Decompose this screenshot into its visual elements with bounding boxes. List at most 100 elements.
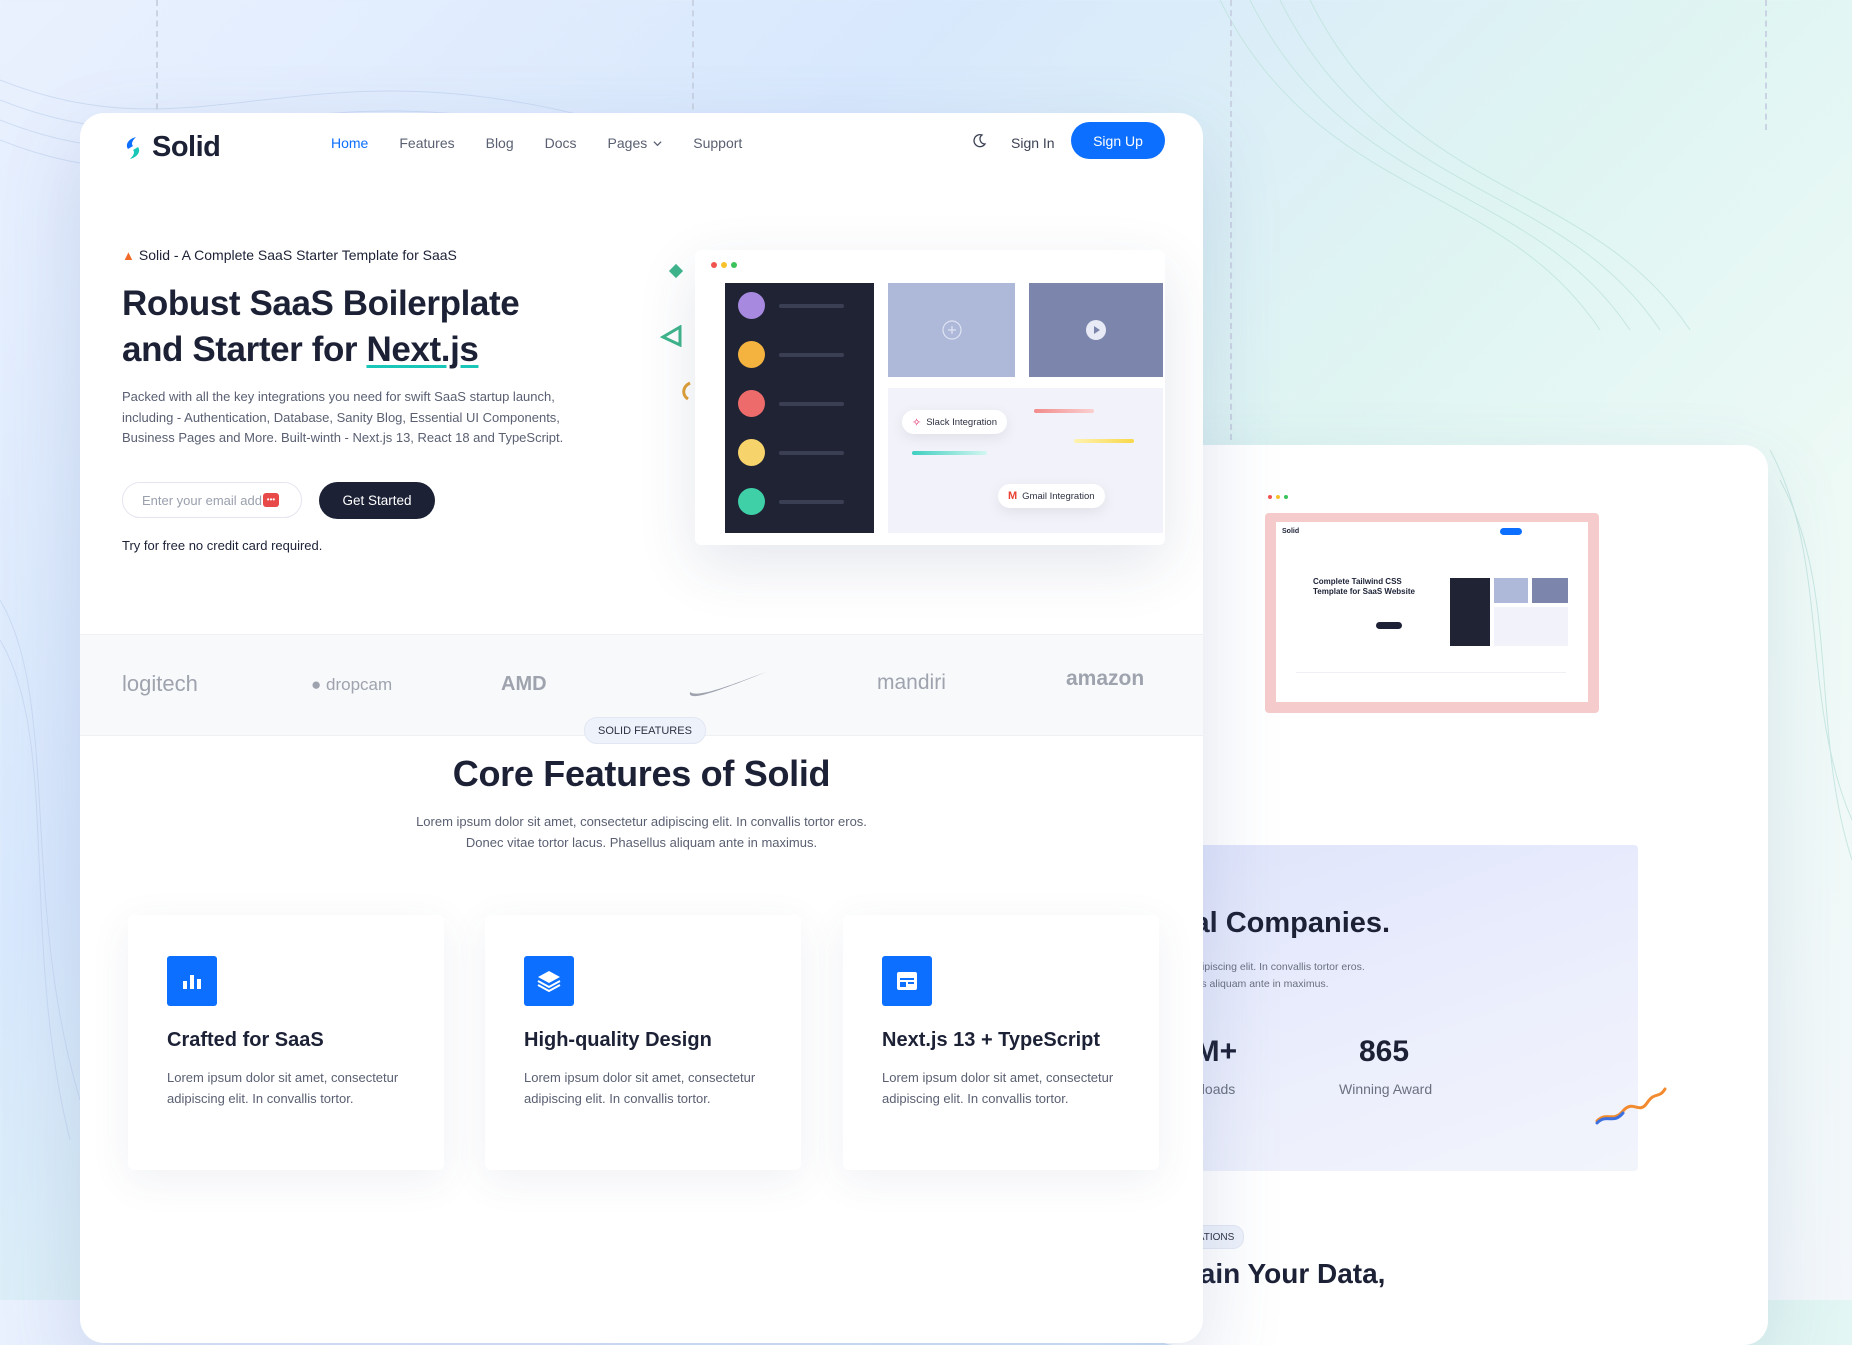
hero-title-line: Robust SaaS Boilerplate: [122, 284, 520, 323]
plus-icon: [942, 320, 962, 340]
mini-preview-frame: Solid Complete Tailwind CSS Template for…: [1265, 513, 1599, 713]
dropcam-label: dropcam: [326, 675, 393, 694]
feature-card: Crafted for SaaS Lorem ipsum dolor sit a…: [128, 915, 444, 1170]
text-placeholder: [779, 500, 844, 504]
mini-divider: [1296, 672, 1566, 673]
guide-line: [1765, 0, 1767, 130]
feature-description: Lorem ipsum dolor sit amet, consectetur …: [882, 1070, 1114, 1106]
logitech-logo: logitech: [122, 671, 198, 696]
feature-description: Lorem ipsum dolor sit amet, consectetur …: [524, 1070, 756, 1106]
email-placeholder: Enter your email add: [142, 492, 262, 508]
mini-lower-panel: [1494, 607, 1568, 646]
slack-label: Slack Integration: [926, 416, 997, 428]
nav-pages[interactable]: Pages: [608, 135, 663, 151]
mini-title: Complete Tailwind CSS Template for SaaS …: [1313, 577, 1415, 596]
free-trial-note: Try for free no credit card required.: [122, 538, 323, 553]
hero-eyebrow: ▲ Solid - A Complete SaaS Starter Templa…: [122, 247, 457, 263]
nav-pages-label: Pages: [607, 135, 648, 151]
hero-eyebrow-text: Solid - A Complete SaaS Starter Template…: [138, 247, 457, 263]
stat-awards-label: Winning Award: [1339, 1081, 1433, 1097]
nav-docs[interactable]: Docs: [545, 135, 577, 151]
feature-title: Crafted for SaaS: [167, 1029, 324, 1051]
chevron-down-icon: [653, 141, 662, 147]
integrations-panel: ✧ Slack Integration M Gmail Integration: [888, 388, 1163, 533]
password-manager-icon[interactable]: •••: [263, 493, 279, 507]
nav-support[interactable]: Support: [693, 135, 742, 151]
avatar: [738, 390, 765, 417]
sign-up-button[interactable]: Sign Up: [1071, 122, 1165, 159]
features-tag: SOLID FEATURES: [584, 717, 706, 744]
nav-blog[interactable]: Blog: [486, 135, 514, 151]
guide-line: [156, 0, 158, 130]
mini-dark-panel: [1450, 578, 1490, 646]
logo[interactable]: Solid: [122, 131, 221, 164]
hero-title-line: and Starter for Next.js: [122, 327, 642, 373]
logo-text: Solid: [152, 131, 221, 163]
layers-icon: [524, 956, 574, 1006]
guide-line: [1230, 0, 1232, 440]
dashboard-mockup: ✧ Slack Integration M Gmail Integration: [695, 250, 1165, 545]
features-subtitle: Lorem ipsum dolor sit amet, consectetur …: [80, 812, 1203, 853]
feature-title: High-quality Design: [524, 1029, 712, 1051]
main-nav: Home Features Blog Docs Pages Support: [331, 135, 773, 151]
mini-signup: [1500, 528, 1522, 535]
features-title: Core Features of Solid: [452, 753, 831, 794]
hero-title: Robust SaaS Boilerplate and Starter for …: [122, 281, 642, 373]
nike-logo: [689, 672, 766, 697]
text-placeholder: [779, 451, 844, 455]
features-subtitle-line: Lorem ipsum dolor sit amet, consectetur …: [416, 814, 867, 829]
nav-features[interactable]: Features: [399, 135, 454, 151]
feature-card: High-quality Design Lorem ipsum dolor si…: [485, 915, 801, 1170]
mini-cta: [1376, 622, 1402, 629]
slack-icon: ✧: [912, 416, 922, 429]
moon-icon: [973, 134, 987, 148]
triangle-shape: [660, 325, 682, 347]
main-landing-card: Solid Home Features Blog Docs Pages Supp…: [80, 113, 1203, 1343]
nav-home[interactable]: Home: [331, 135, 368, 151]
stat-awards-value: 865: [1359, 1035, 1410, 1068]
guide-line: [692, 0, 694, 130]
mini-tile: [1532, 578, 1568, 603]
text-placeholder: [779, 402, 844, 406]
feature-description: Lorem ipsum dolor sit amet, consectetur …: [167, 1070, 399, 1106]
contact-list-panel: [725, 283, 874, 533]
avatar: [738, 439, 765, 466]
fire-icon: ▲: [122, 247, 135, 263]
progress-line: [1074, 439, 1134, 443]
solid-logo-icon: [126, 136, 140, 159]
gmail-label: Gmail Integration: [1022, 490, 1095, 502]
mini-logo: Solid: [1282, 528, 1300, 535]
theme-toggle[interactable]: [971, 133, 987, 154]
squiggle-decoration: [1595, 1087, 1667, 1125]
mini-preview-page: Solid Complete Tailwind CSS Template for…: [1276, 522, 1588, 702]
play-icon: [1086, 320, 1106, 340]
stats-panel: [1150, 845, 1638, 1171]
gmail-integration-chip: M Gmail Integration: [998, 484, 1105, 508]
video-tile: [1029, 283, 1163, 377]
features-subtitle-line: Donec vitae tortor lacus. Phasellus aliq…: [465, 834, 818, 850]
sign-in-link[interactable]: Sign In: [1011, 135, 1055, 151]
get-started-button[interactable]: Get Started: [319, 482, 435, 519]
feature-card: Next.js 13 + TypeScript Lorem ipsum dolo…: [843, 915, 1159, 1170]
hero-title-highlight: Next.js: [366, 330, 479, 369]
slack-integration-chip: ✧ Slack Integration: [902, 410, 1007, 434]
gmail-icon: M: [1008, 490, 1018, 502]
email-input[interactable]: Enter your email add •••: [122, 482, 302, 518]
amazon-logo: amazon: [1066, 667, 1145, 690]
progress-line: [912, 451, 987, 455]
text-placeholder: [779, 304, 844, 308]
browser-icon: [882, 956, 932, 1006]
mini-tile: [1494, 578, 1528, 603]
window-dots: [1268, 495, 1288, 499]
feature-title: Next.js 13 + TypeScript: [882, 1029, 1101, 1051]
bar-chart-icon: [167, 956, 217, 1006]
text-placeholder: [779, 353, 844, 357]
media-tile: [888, 283, 1015, 377]
progress-line: [1034, 409, 1094, 413]
arc-shape: [682, 381, 691, 401]
hero-title-prefix: and Starter for: [122, 330, 367, 369]
avatar: [738, 292, 765, 319]
avatar: [738, 341, 765, 368]
hero-description: Packed with all the key integrations you…: [122, 389, 564, 445]
window-dots: [711, 262, 737, 268]
